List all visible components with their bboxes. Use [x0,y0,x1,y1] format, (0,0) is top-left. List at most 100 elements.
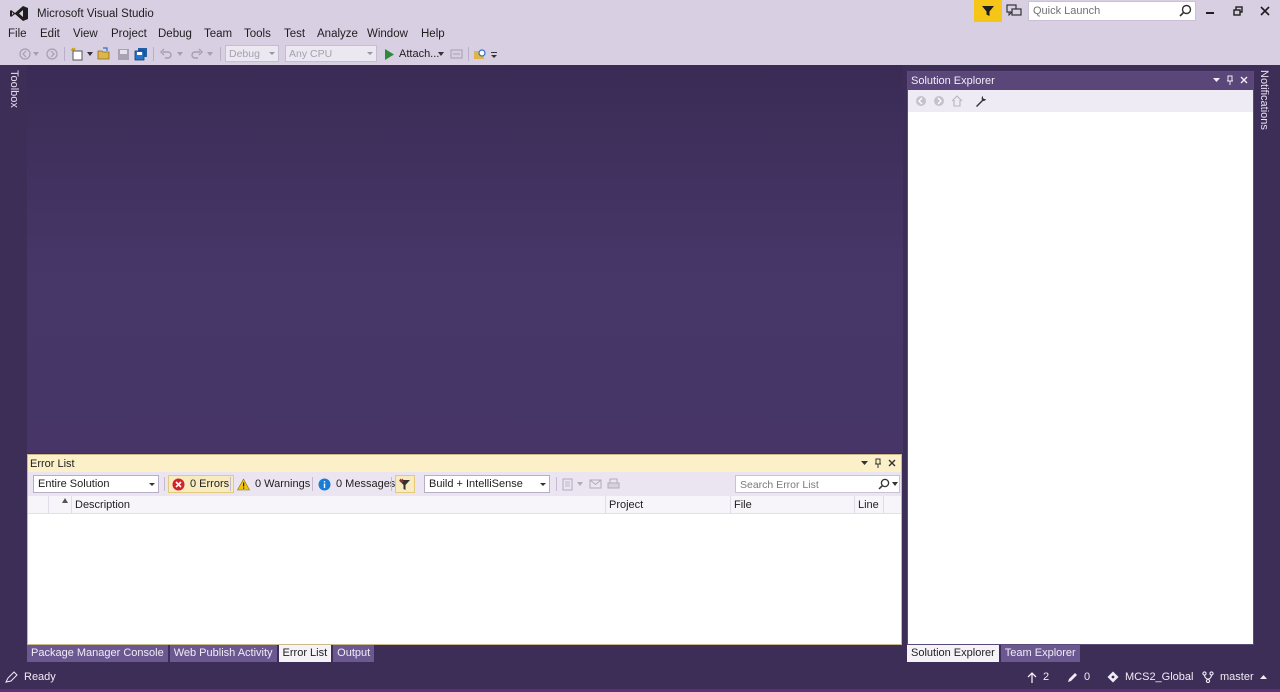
menu-view[interactable]: View [73,26,98,40]
status-ready-label: Ready [24,671,56,683]
tab-web-publish-activity[interactable]: Web Publish Activity [169,645,277,662]
navigate-back-button[interactable] [18,47,32,61]
redo-dropdown[interactable] [206,47,214,61]
column-line[interactable]: Line [858,499,879,511]
chevron-down-icon [149,483,155,486]
toolbar-overflow[interactable] [490,47,498,61]
column-divider [854,496,855,513]
error-list-search-button[interactable] [877,477,891,491]
close-pane-button[interactable] [1238,74,1250,86]
error-list-search-input[interactable] [735,475,900,493]
notifications-tab[interactable]: Notifications [1258,70,1270,130]
back-arrow-icon [916,96,926,106]
pin-button[interactable] [872,457,884,469]
chevron-down-icon [367,52,373,55]
se-back-button[interactable] [914,94,928,108]
pane-options-button[interactable] [858,457,870,469]
print-button[interactable] [606,477,620,491]
se-forward-button[interactable] [932,94,946,108]
save-button[interactable] [116,47,130,61]
tab-error-list[interactable]: Error List [278,645,332,662]
repository-selector[interactable]: MCS2_Global [1107,671,1193,683]
copy-button[interactable] [561,477,575,491]
column-project[interactable]: Project [609,499,643,511]
search-icon[interactable] [1179,4,1192,17]
messages-count-label: 0 Messages [336,478,396,490]
menu-window[interactable]: Window [367,26,408,40]
column-file[interactable]: File [734,499,752,511]
errors-filter-toggle[interactable]: 0 Errors [168,475,235,493]
new-project-button[interactable] [70,47,84,61]
error-list-toolbar: Entire Solution 0 Errors 0 Warnings 0 Me… [28,472,901,496]
tab-solution-explorer[interactable]: Solution Explorer [907,645,999,662]
copy-dropdown[interactable] [576,477,584,491]
chevron-down-icon [87,52,93,56]
tab-package-manager-console[interactable]: Package Manager Console [27,645,168,662]
save-all-button[interactable] [134,47,148,61]
se-properties-button[interactable] [974,94,988,108]
attach-label[interactable]: Attach... [399,48,439,60]
standard-toolbar: Debug Any CPU Attach... [0,44,1280,64]
feedback-filter-button[interactable] [974,0,1002,22]
menu-analyze[interactable]: Analyze [317,26,358,40]
pin-button[interactable] [1224,74,1236,86]
open-file-button[interactable] [97,47,111,61]
error-list-pane: Error List Entire Solution 0 Errors 0 Wa… [27,454,902,645]
feedback-icon[interactable] [1006,4,1022,18]
solution-platform-value: Any CPU [289,48,333,60]
undo-button[interactable] [159,47,173,61]
menu-tools[interactable]: Tools [244,26,271,40]
build-filter-toggle[interactable] [395,475,415,493]
tab-team-explorer[interactable]: Team Explorer [1000,645,1080,662]
pending-changes[interactable]: 0 [1067,671,1090,683]
messages-filter-toggle[interactable]: 0 Messages [315,475,399,493]
column-divider [605,496,606,513]
toolbar-separator [391,477,392,491]
email-button[interactable] [588,477,602,491]
browser-link-button[interactable] [449,47,463,61]
forward-arrow-icon [46,48,58,60]
redo-button[interactable] [189,47,203,61]
menu-help[interactable]: Help [421,26,445,40]
undo-dropdown[interactable] [176,47,184,61]
toolbar-separator [220,47,221,61]
error-icon [172,478,185,490]
scope-select[interactable]: Entire Solution [33,475,159,493]
source-select[interactable]: Build + IntelliSense [424,475,550,493]
menu-test[interactable]: Test [284,26,305,40]
pane-options-button[interactable] [1210,74,1222,86]
status-icon [5,671,18,683]
menu-bar: File Edit View Project Debug Team Tools … [0,26,900,44]
menu-project[interactable]: Project [111,26,147,40]
back-dropdown[interactable] [32,47,40,61]
tab-output[interactable]: Output [333,645,375,662]
quick-launch-input[interactable] [1028,1,1196,21]
new-project-dropdown[interactable] [86,47,94,61]
close-pane-button[interactable] [886,457,898,469]
menu-edit[interactable]: Edit [40,26,60,40]
menu-file[interactable]: File [8,26,27,40]
menu-debug[interactable]: Debug [158,26,192,40]
warnings-filter-toggle[interactable]: 0 Warnings [234,475,314,493]
new-project-icon [71,47,83,61]
error-list-title: Error List [30,458,75,470]
solution-configuration-select[interactable]: Debug [225,45,279,62]
attach-dropdown[interactable] [437,47,445,61]
search-options-dropdown[interactable] [891,477,899,491]
menu-team[interactable]: Team [204,26,232,40]
branch-selector[interactable]: master [1202,671,1267,683]
unpublished-commits[interactable]: 2 [1027,671,1049,683]
close-window-button[interactable] [1256,3,1274,19]
find-in-files-button[interactable] [473,47,487,61]
toolbox-tab[interactable]: Toolbox [8,70,20,108]
minimize-button[interactable] [1201,3,1219,19]
restore-button[interactable] [1229,3,1247,19]
chevron-down-icon [269,52,275,55]
navigate-forward-button[interactable] [45,47,59,61]
se-home-button[interactable] [950,94,964,108]
solution-platform-select[interactable]: Any CPU [285,45,377,62]
start-debugging-button[interactable] [382,47,396,61]
column-description[interactable]: Description [75,499,130,511]
source-value: Build + IntelliSense [429,478,523,490]
redo-icon [190,48,203,59]
